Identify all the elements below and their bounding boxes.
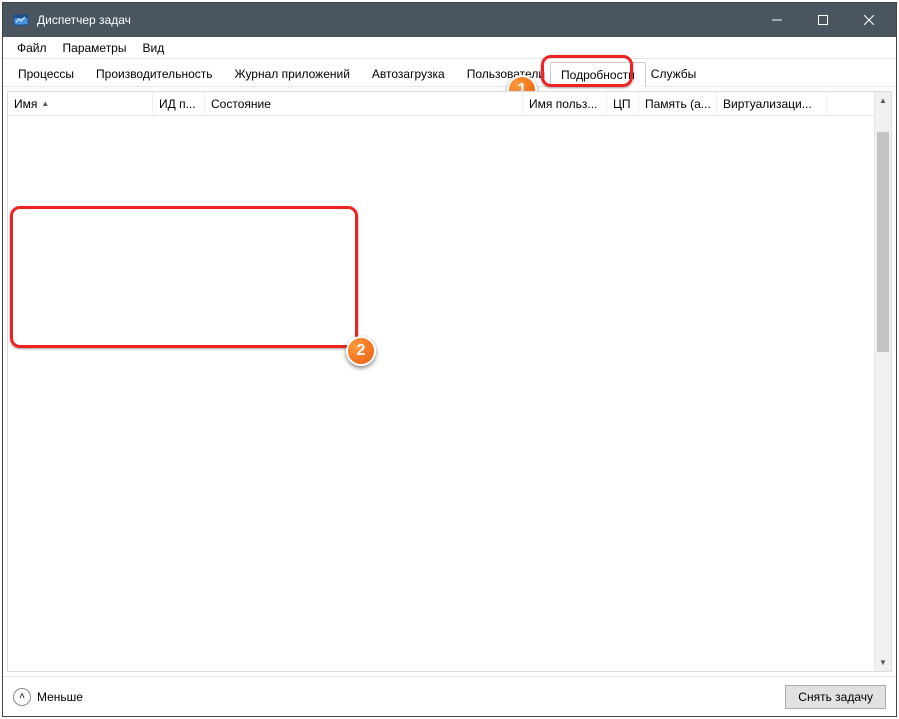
scroll-up-icon[interactable]: ▲	[875, 92, 891, 109]
close-button[interactable]	[846, 3, 892, 37]
process-table: Имя▲ ИД п... Состояние Имя польз... ЦП П…	[7, 91, 892, 672]
tab-performance[interactable]: Производительность	[85, 61, 223, 86]
annotation-box-2	[10, 206, 358, 348]
col-pid[interactable]: ИД п...	[153, 92, 205, 115]
col-name[interactable]: Имя▲	[8, 92, 153, 115]
scroll-thumb[interactable]	[877, 132, 889, 352]
tab-app-history[interactable]: Журнал приложений	[224, 61, 361, 86]
tabstrip: Процессы Производительность Журнал прило…	[3, 59, 896, 87]
col-mem[interactable]: Память (а...	[639, 92, 717, 115]
col-state[interactable]: Состояние	[205, 92, 523, 115]
sort-asc-icon: ▲	[41, 99, 49, 108]
tab-users[interactable]: Пользователи	[456, 61, 550, 86]
statusbar: ˄ Меньше Снять задачу	[3, 676, 896, 716]
window-title: Диспетчер задач	[37, 13, 754, 27]
task-manager-window: Диспетчер задач Файл Параметры Вид Проце…	[2, 2, 897, 717]
col-user[interactable]: Имя польз...	[523, 92, 607, 115]
col-cpu[interactable]: ЦП	[607, 92, 639, 115]
menu-options[interactable]: Параметры	[55, 39, 135, 57]
tab-startup[interactable]: Автозагрузка	[361, 61, 456, 86]
chevron-up-icon: ˄	[13, 688, 31, 706]
tab-details[interactable]: Подробности	[550, 62, 646, 87]
menubar: Файл Параметры Вид	[3, 37, 896, 59]
vertical-scrollbar[interactable]: ▲ ▼	[874, 92, 891, 671]
col-virt[interactable]: Виртуализаци...	[717, 92, 827, 115]
annotation-badge-2: 2	[346, 336, 376, 366]
column-headers: Имя▲ ИД п... Состояние Имя польз... ЦП П…	[8, 92, 891, 116]
tab-processes[interactable]: Процессы	[7, 61, 85, 86]
menu-file[interactable]: Файл	[9, 39, 55, 57]
fewer-details[interactable]: ˄ Меньше	[13, 688, 83, 706]
menu-view[interactable]: Вид	[134, 39, 172, 57]
fewer-label: Меньше	[37, 690, 83, 704]
scroll-down-icon[interactable]: ▼	[875, 654, 891, 671]
app-icon	[13, 12, 29, 28]
end-task-button[interactable]: Снять задачу	[785, 685, 886, 709]
maximize-button[interactable]	[800, 3, 846, 37]
titlebar[interactable]: Диспетчер задач	[3, 3, 896, 37]
minimize-button[interactable]	[754, 3, 800, 37]
tab-services[interactable]: Службы	[646, 61, 707, 86]
